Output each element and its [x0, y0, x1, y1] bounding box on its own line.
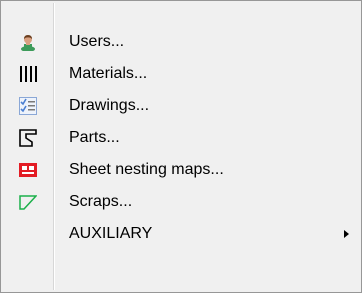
parts-icon [19, 129, 37, 147]
menu-item-scraps[interactable]: Scraps... [3, 186, 359, 218]
menu-item-drawings[interactable]: Drawings... [3, 90, 359, 122]
submenu-arrow-icon [344, 230, 349, 238]
menu-item-auxiliary[interactable]: AUXILIARY [3, 218, 359, 250]
menu-item-label: Scraps... [69, 193, 133, 210]
menu-item-parts[interactable]: Parts... [3, 122, 359, 154]
drawings-icon [19, 97, 37, 115]
sheet-nesting-maps-icon [19, 163, 37, 177]
menu-item-label: Materials... [69, 65, 148, 82]
menu-item-materials[interactable]: Materials... [3, 58, 359, 90]
menu-item-label: AUXILIARY [69, 225, 153, 242]
menu-item-users[interactable]: Users... [3, 26, 359, 58]
context-menu: Users... Materials... Drawings... Parts.… [0, 0, 362, 293]
materials-icon [20, 66, 37, 82]
menu-item-label: Drawings... [69, 97, 150, 114]
menu-item-label: Sheet nesting maps... [69, 161, 224, 178]
user-icon [21, 35, 35, 51]
menu-item-sheet-nesting-maps[interactable]: Sheet nesting maps... [3, 154, 359, 186]
menu-item-label: Parts... [69, 129, 120, 146]
scraps-icon [19, 195, 37, 210]
menu-item-label: Users... [69, 33, 125, 50]
